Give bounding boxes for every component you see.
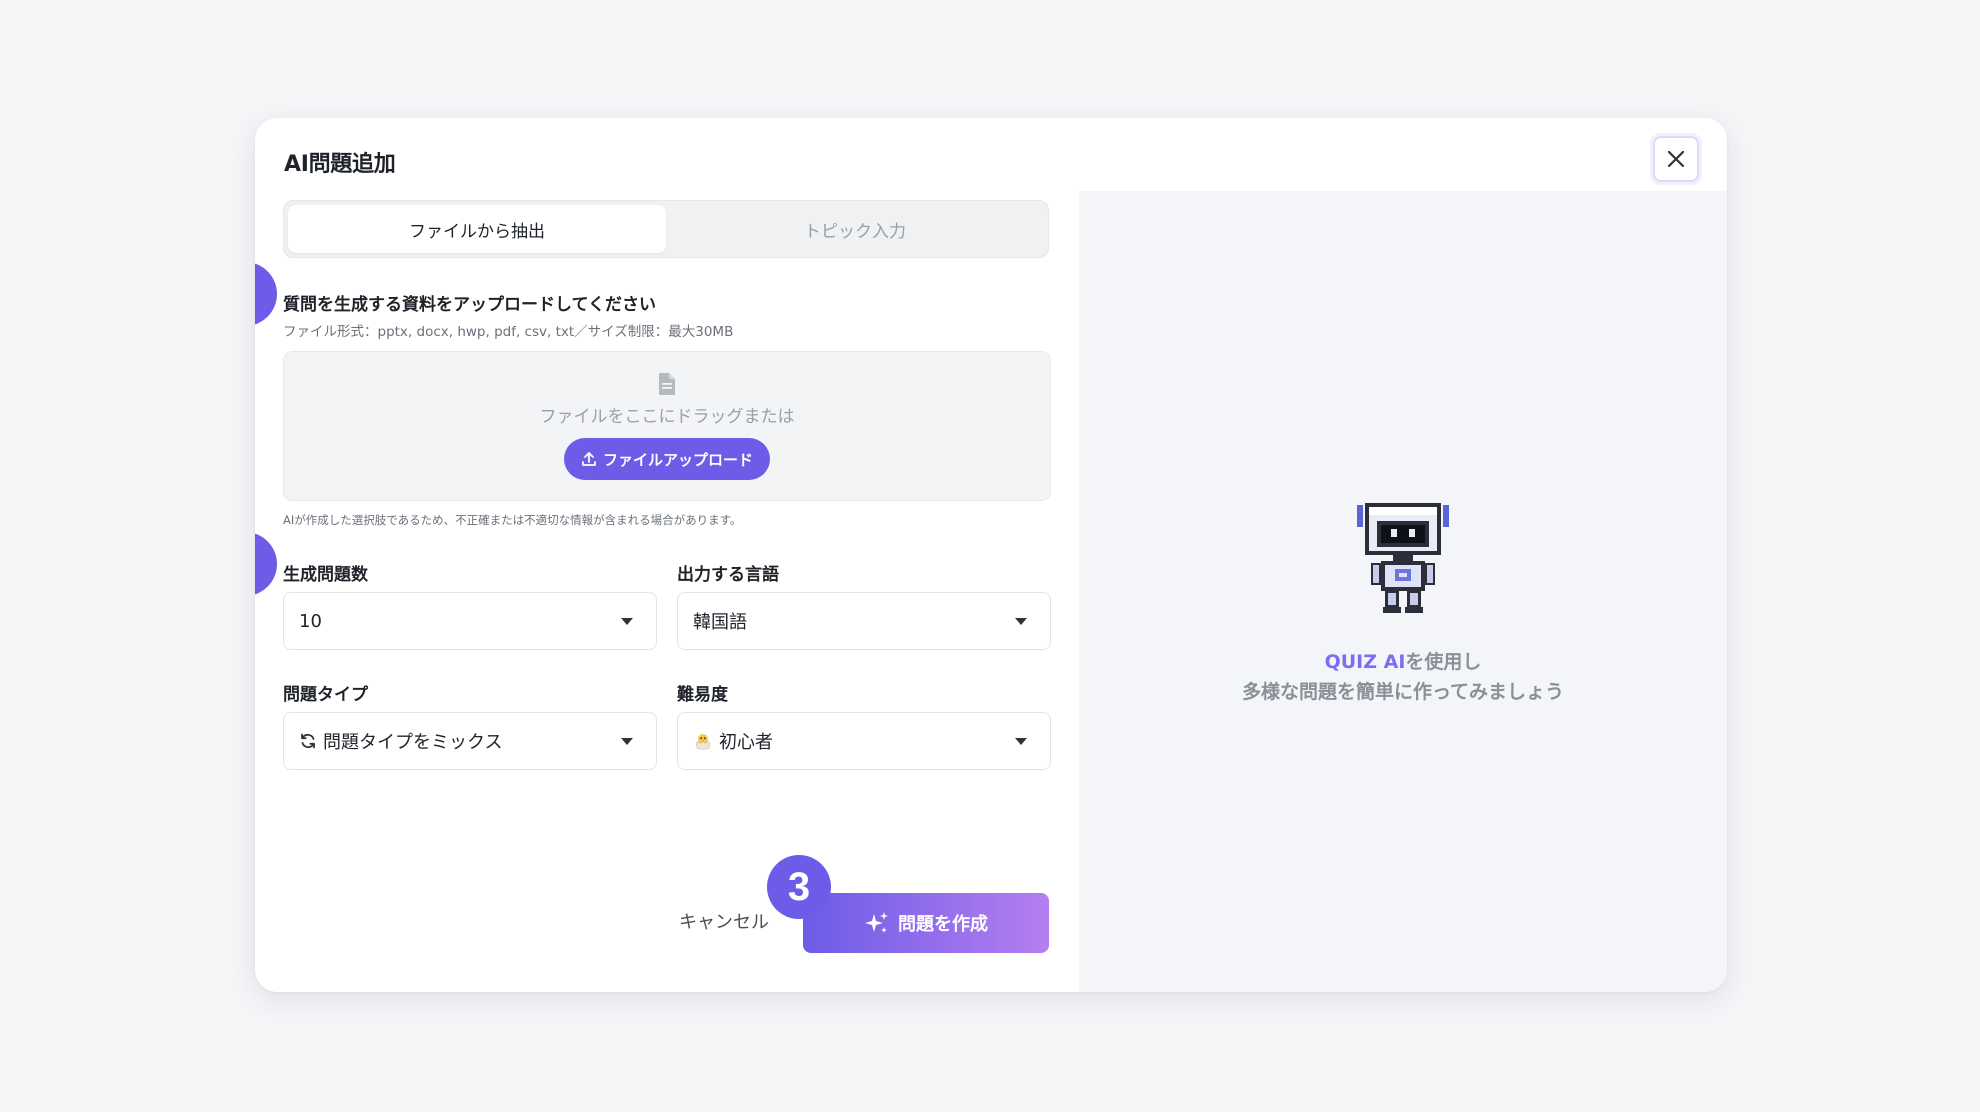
source-tabs: ファイルから抽出 トピック入力	[283, 200, 1049, 258]
tab-file-extract[interactable]: ファイルから抽出	[288, 205, 666, 253]
document-icon	[659, 373, 675, 395]
cancel-button[interactable]: キャンセル	[679, 908, 769, 934]
output-language-select[interactable]: 韓国語	[677, 592, 1051, 650]
chevron-down-icon	[621, 617, 633, 625]
brand-name: QUIZ AI	[1324, 650, 1406, 673]
upload-icon	[582, 452, 596, 466]
tab-topic-input[interactable]: トピック入力	[666, 205, 1044, 253]
close-icon	[1667, 150, 1685, 168]
output-language-label: 出力する言語	[677, 565, 779, 585]
refresh-icon	[301, 733, 315, 749]
ai-disclaimer: AIが作成した選択肢であるため、不正確または不適切な情報が含まれる場合があります…	[283, 513, 742, 527]
promo-line-2: 多様な問題を簡単に作ってみましょう	[1241, 680, 1565, 703]
question-count-value: 10	[299, 610, 322, 632]
difficulty-select[interactable]: 初心者	[677, 712, 1051, 770]
chevron-down-icon	[621, 737, 633, 745]
modal-title: AI問題追加	[284, 152, 396, 177]
step-badge-2: 2	[255, 532, 277, 596]
upload-heading: 質問を生成する資料をアップロードしてください	[283, 295, 656, 315]
question-type-select[interactable]: 問題タイプをミックス	[283, 712, 657, 770]
output-language-value: 韓国語	[693, 612, 747, 633]
create-button-label: 問題を作成	[898, 914, 988, 935]
difficulty-label: 難易度	[677, 685, 728, 705]
question-count-label: 生成問題数	[283, 565, 368, 585]
step-badge-3: 3	[767, 855, 831, 919]
promo-line-1-rest: を使用し	[1405, 650, 1482, 673]
step-badge-1: 1	[255, 262, 277, 326]
upload-format-hint: ファイル形式：pptx, docx, hwp, pdf, csv, txt／サイ…	[283, 324, 734, 340]
file-dropzone[interactable]: ファイルをここにドラッグまたは ファイルアップロード	[283, 351, 1051, 501]
upload-button-label: ファイルアップロード	[602, 450, 753, 469]
chick-icon	[695, 734, 711, 750]
ai-question-modal: AI問題追加 ファイルから抽出 トピック入力 1 質問を生成する資料をアップロー…	[255, 118, 1727, 992]
difficulty-value: 初心者	[719, 732, 773, 753]
question-type-label: 問題タイプ	[283, 685, 368, 705]
create-questions-button[interactable]: 問題を作成	[803, 893, 1049, 953]
chevron-down-icon	[1015, 617, 1027, 625]
file-upload-button[interactable]: ファイルアップロード	[564, 438, 770, 480]
promo-panel: QUIZ AIを使用し 多様な問題を簡単に作ってみましょう	[1079, 191, 1727, 992]
promo-line-1: QUIZ AIを使用し	[1325, 647, 1482, 677]
question-count-select[interactable]: 10	[283, 592, 657, 650]
robot-illustration	[1357, 502, 1449, 613]
sparkle-icon	[865, 912, 888, 933]
question-type-value: 問題タイプをミックス	[323, 732, 503, 753]
dropzone-text: ファイルをここにドラッグまたは	[539, 407, 795, 427]
chevron-down-icon	[1015, 737, 1027, 745]
close-button[interactable]	[1653, 136, 1699, 182]
